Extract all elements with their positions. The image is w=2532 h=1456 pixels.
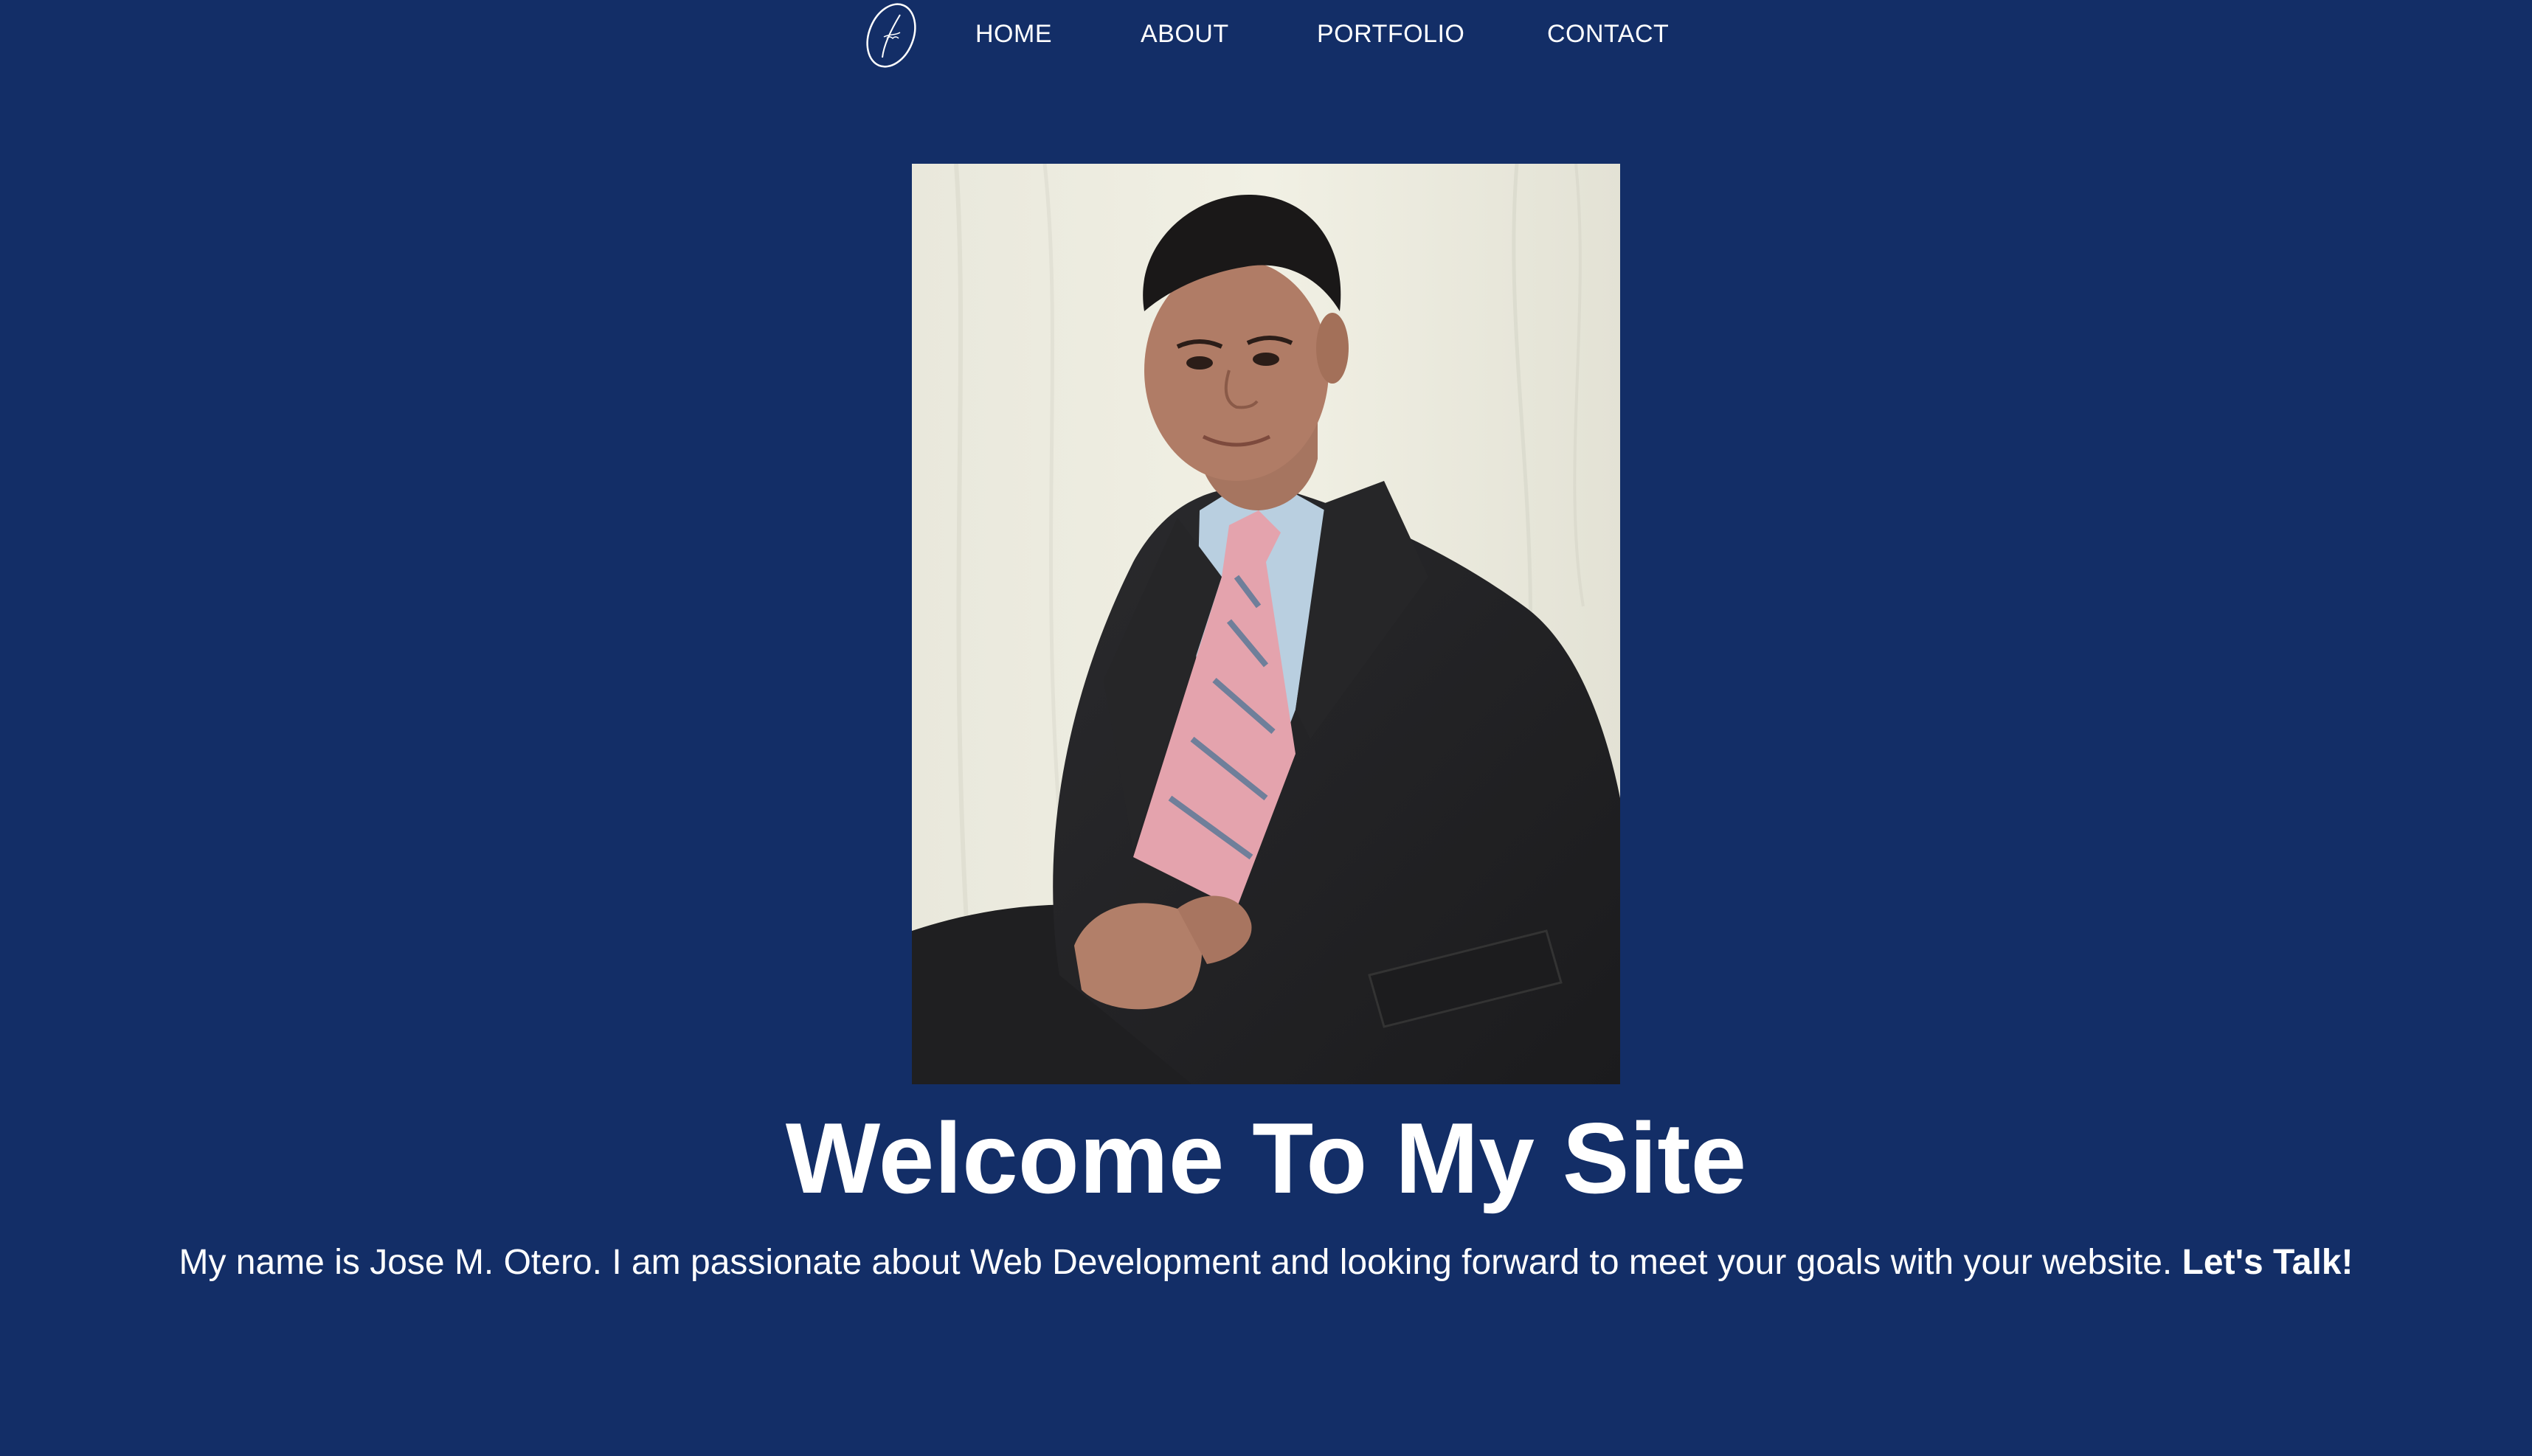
intro-paragraph: My name is Jose M. Otero. I am passionat… xyxy=(0,1239,2532,1286)
logo-icon[interactable] xyxy=(862,0,921,74)
page-title: Welcome To My Site xyxy=(785,1102,1747,1214)
intro-text: My name is Jose M. Otero. I am passionat… xyxy=(179,1243,2173,1282)
nav-item-portfolio[interactable]: PORTFOLIO xyxy=(1317,19,1464,49)
nav-item-about[interactable]: ABOUT xyxy=(1141,19,1229,49)
nav-item-contact[interactable]: CONTACT xyxy=(1547,19,1669,49)
page: HOME ABOUT PORTFOLIO CONTACT Welcome To … xyxy=(0,0,2532,1456)
portrait-photo xyxy=(912,164,1620,1084)
top-navigation: HOME ABOUT PORTFOLIO CONTACT xyxy=(0,0,2532,74)
nav-item-home[interactable]: HOME xyxy=(975,19,1052,49)
cta-text: Let's Talk! xyxy=(2182,1243,2353,1282)
